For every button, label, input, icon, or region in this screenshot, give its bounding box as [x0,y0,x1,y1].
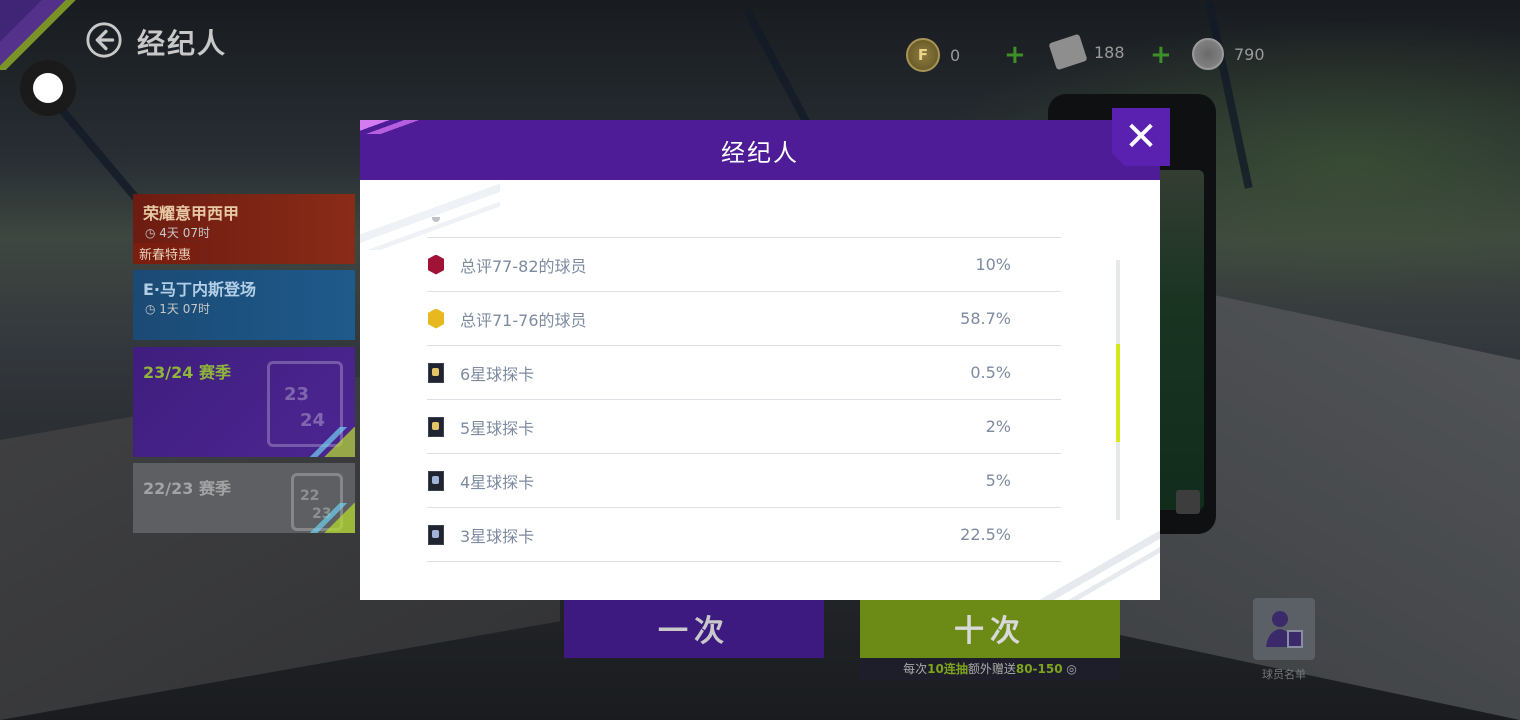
sidebar-item-season-23-24[interactable]: 23/24 赛季 23 24 [133,347,355,457]
item-probability: 0.5% [970,363,1011,382]
ten-draw-bonus-note: 每次10连抽额外赠送80-150 ◎ [860,658,1120,680]
floating-record-button[interactable] [20,60,76,116]
list-item: 5星球探卡 2% [427,400,1061,454]
token-value: 790 [1234,44,1265,64]
list-item: 总评77-82的球员 10% [427,238,1061,292]
scout-card-icon [427,470,445,491]
item-probability: 10% [975,255,1011,274]
coin-icon: F [906,38,940,72]
probability-list[interactable]: 总评77-82的球员 10% 总评71-76的球员 58.7% 6星球探卡 0.… [427,238,1061,562]
list-item: 4星球探卡 5% [427,454,1061,508]
modal-header: 经纪人 [360,120,1160,180]
sidebar-item-label: E·马丁内斯登场 [143,280,257,299]
promo-tag: 新春特惠 [133,243,198,264]
scout-card-icon [427,416,445,437]
draw-ten-button[interactable]: 十次 [860,598,1120,658]
sidebar-item-label: 荣耀意甲西甲 [143,204,240,223]
scout-card-icon [427,524,445,545]
item-label: 总评71-76的球员 [460,310,587,330]
close-button[interactable]: ✕ [1112,108,1170,166]
item-probability: 2% [985,417,1011,436]
add-coin-button[interactable]: + [1004,40,1026,70]
item-label: 5星球探卡 [460,418,535,438]
player-list-button[interactable] [1253,598,1315,660]
item-label: 总评77-82的球员 [460,256,587,276]
player-list-label: 球员名单 [1262,668,1306,681]
currency-ticket: 188 [1048,33,1125,71]
draw-once-button[interactable]: 一次 [564,598,824,658]
currency-coin: F 0 [906,38,960,72]
sidebar-item-label: 22/23 赛季 [143,479,231,498]
list-item: 6星球探卡 0.5% [427,346,1061,400]
ticket-icon [1048,33,1088,71]
back-arrow-icon [86,22,122,58]
item-probability: 5% [985,471,1011,490]
page-title: 经纪人 [137,27,228,60]
timer: ◷ 4天 07时 [145,226,211,240]
item-label: 3星球探卡 [460,526,535,546]
item-label: 6星球探卡 [460,364,535,384]
item-probability: 22.5% [960,525,1011,544]
item-probability: 58.7% [960,309,1011,328]
close-icon: ✕ [1124,114,1158,160]
gold-hex-icon [427,308,445,329]
timer: ◷ 1天 07时 [145,302,211,316]
red-hex-icon [427,254,445,275]
scout-card-icon [427,362,445,383]
sidebar-item-honor-serie-a-laliga[interactable]: 荣耀意甲西甲 ◷ 4天 07时 新春特惠 [133,194,355,264]
currency-token: 790 [1192,38,1265,70]
probability-modal: 经纪人 总评77-82的球员 10% 总评71-76的球员 58.7% 6星球探… [360,120,1160,600]
player-list-icon [1266,611,1303,648]
item-label: 4星球探卡 [460,472,535,492]
modal-title: 经纪人 [721,138,799,167]
list-item: 3星球探卡 22.5% [427,508,1061,562]
sidebar-item-e-martinez[interactable]: E·马丁内斯登场 ◷ 1天 07时 [133,270,355,340]
scrollbar-thumb[interactable] [1116,344,1120,442]
token-icon [1192,38,1224,70]
add-ticket-button[interactable]: + [1150,40,1172,70]
back-button[interactable] [84,20,124,60]
sidebar-item-label: 23/24 赛季 [143,363,231,382]
ticket-value: 188 [1094,42,1125,62]
stripe-decoration [295,503,355,533]
list-item: 总评71-76的球员 58.7% [427,292,1061,346]
stripe-decoration [295,427,355,457]
sidebar-item-season-22-23[interactable]: 22/23 赛季 22 23 [133,463,355,533]
coin-value: 0 [950,45,961,65]
